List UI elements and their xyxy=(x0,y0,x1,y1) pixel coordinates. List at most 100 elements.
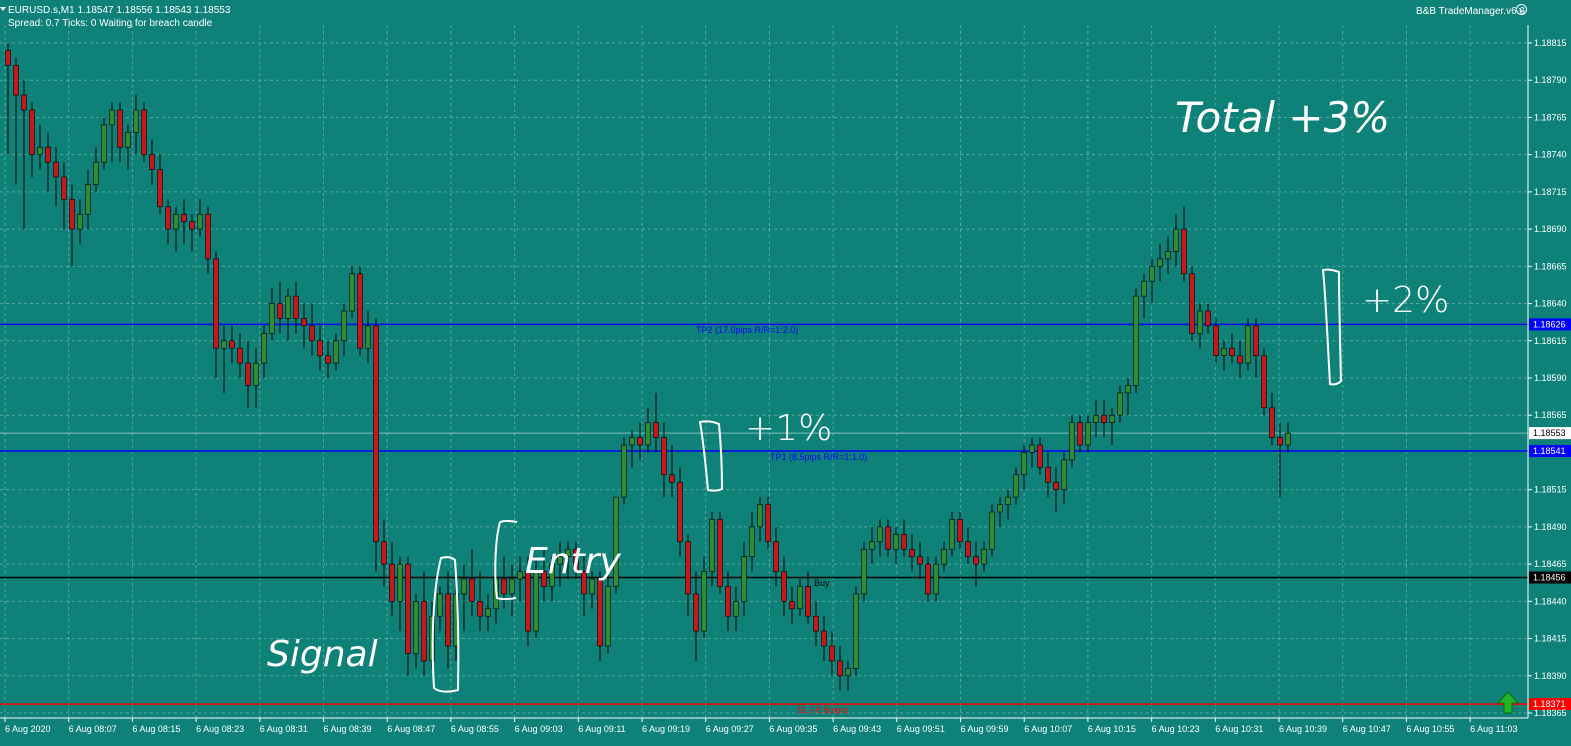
candle xyxy=(1189,266,1195,341)
price-tick-label: 1.18790 xyxy=(1534,75,1567,85)
bull-candle-body xyxy=(1117,392,1123,416)
time-tick-label: 6 Aug 08:07 xyxy=(69,724,117,734)
bull-candle-body xyxy=(709,519,715,572)
bull-candle-body xyxy=(861,548,867,595)
bear-candle-body xyxy=(1213,325,1219,356)
candle xyxy=(101,117,107,170)
price-tick-label: 1.18590 xyxy=(1534,373,1567,383)
bear-candle-body xyxy=(1189,273,1195,334)
candle xyxy=(621,437,627,505)
bull-candle-body xyxy=(733,601,739,617)
bull-candle-body xyxy=(869,541,875,550)
price-tick-label: 1.18815 xyxy=(1534,38,1567,48)
bull-candle-body xyxy=(349,273,355,312)
bear-candle-body xyxy=(21,94,27,111)
signal-annotation: Signal xyxy=(267,634,378,675)
bear-candle-body xyxy=(5,50,11,66)
bull-candle-body xyxy=(877,526,883,543)
bull-candle-body xyxy=(1125,385,1131,394)
bear-candle-body xyxy=(421,601,427,662)
candle xyxy=(1069,415,1075,468)
price-tick-label: 1.18465 xyxy=(1534,559,1567,569)
price-tick-label: 1.18365 xyxy=(1534,708,1567,718)
symbol-quote-line: EURUSD.s,M1 1.18547 1.18556 1.18543 1.18… xyxy=(8,5,231,16)
bear-candle-body xyxy=(653,422,659,438)
bear-candle-body xyxy=(805,586,811,617)
bear-candle-body xyxy=(917,556,923,565)
symbol-dropdown-icon[interactable] xyxy=(0,7,6,11)
bull-candle-body xyxy=(1069,422,1075,461)
bear-candle-body xyxy=(205,213,211,260)
time-tick-label: 6 Aug 08:47 xyxy=(387,724,435,734)
bull-candle-body xyxy=(1157,258,1163,267)
bull-candle-body xyxy=(1005,496,1011,505)
bull-candle-body xyxy=(629,437,635,446)
bear-candle-body xyxy=(901,534,907,550)
bull-candle-body xyxy=(1245,325,1251,364)
trading-chart[interactable]: 1.18626 1.18541 1.18456 1.18371 1.18553 1.18… xyxy=(0,0,1571,746)
bull-candle-body xyxy=(1093,414,1099,423)
bear-candle-body xyxy=(165,206,171,230)
bear-candle-body xyxy=(677,481,683,543)
bear-candle-body xyxy=(1229,347,1235,356)
time-tick-label: 6 Aug 10:23 xyxy=(1152,724,1200,734)
bear-candle-body xyxy=(1261,355,1267,409)
bull-candle-body xyxy=(997,504,1003,513)
bull-candle-body xyxy=(1165,251,1171,260)
price-tick-label: 1.18615 xyxy=(1534,336,1567,346)
candle xyxy=(1261,348,1267,416)
price-tick-label: 1.18440 xyxy=(1534,596,1567,606)
bear-candle-body xyxy=(373,325,379,543)
bull-candle-body xyxy=(1149,266,1155,282)
bear-candle-body xyxy=(389,563,395,602)
bear-candle-body xyxy=(965,541,971,557)
bear-candle-body xyxy=(1205,310,1211,327)
time-tick-label: 6 Aug 08:31 xyxy=(260,724,308,734)
entry-annotation: Entry xyxy=(525,541,621,582)
bear-candle-body xyxy=(925,563,931,595)
time-tick-label: 6 Aug 09:19 xyxy=(642,724,690,734)
bear-candle-body xyxy=(325,355,331,364)
bull-candle-body xyxy=(1021,452,1027,476)
bull-candle-body xyxy=(269,303,275,334)
candle xyxy=(357,266,363,356)
bear-candle-body xyxy=(773,541,779,572)
time-tick-label: 6 Aug 08:39 xyxy=(324,724,372,734)
time-tick-label: 6 Aug 10:55 xyxy=(1406,724,1454,734)
price-tick-label: 1.18740 xyxy=(1534,150,1567,160)
tp1-price-tag-label: 1.18541 xyxy=(1533,446,1566,456)
bull-candle-body xyxy=(93,161,99,185)
time-tick-label: 6 Aug 08:23 xyxy=(196,724,244,734)
bull-candle-body xyxy=(701,571,707,632)
bull-candle-body xyxy=(645,422,651,446)
bull-candle-body xyxy=(125,132,131,148)
bull-candle-body xyxy=(101,124,107,163)
chart-svg[interactable]: 1.186261.185411.184561.183711.18553 1.18… xyxy=(0,0,1571,746)
bear-candle-body xyxy=(317,340,323,356)
bull-candle-body xyxy=(1133,295,1139,386)
price-tick-label: 1.18490 xyxy=(1534,522,1567,532)
bear-candle-body xyxy=(781,571,787,602)
bear-candle-body xyxy=(245,362,251,386)
bear-candle-body xyxy=(1237,355,1243,364)
tp2-gain-annotation: +2% xyxy=(1362,280,1449,321)
time-tick-label: 6 Aug 10:15 xyxy=(1088,724,1136,734)
bear-candle-body xyxy=(1269,407,1275,438)
bear-candle-body xyxy=(277,303,283,319)
candle xyxy=(373,318,379,572)
bull-candle-body xyxy=(285,295,291,319)
bull-candle-body xyxy=(981,548,987,565)
bear-candle-body xyxy=(381,541,387,565)
bear-candle-body xyxy=(477,601,483,617)
time-tick-label: 6 Aug 09:51 xyxy=(897,724,945,734)
bull-candle-body xyxy=(941,548,947,565)
time-tick-label: 6 Aug 09:59 xyxy=(961,724,1009,734)
candle xyxy=(765,497,771,550)
bear-candle-body xyxy=(445,593,451,647)
trade-manager-label: B&B TradeManager.v6.6 xyxy=(1416,6,1525,17)
bear-candle-body xyxy=(669,474,675,483)
time-tick-label: 6 Aug 09:11 xyxy=(578,724,625,734)
bull-candle-body xyxy=(1085,422,1091,446)
spread-status-line: Spread: 0.7 Ticks: 0 Waiting for breach … xyxy=(8,18,213,29)
bull-candle-body xyxy=(1141,280,1147,297)
